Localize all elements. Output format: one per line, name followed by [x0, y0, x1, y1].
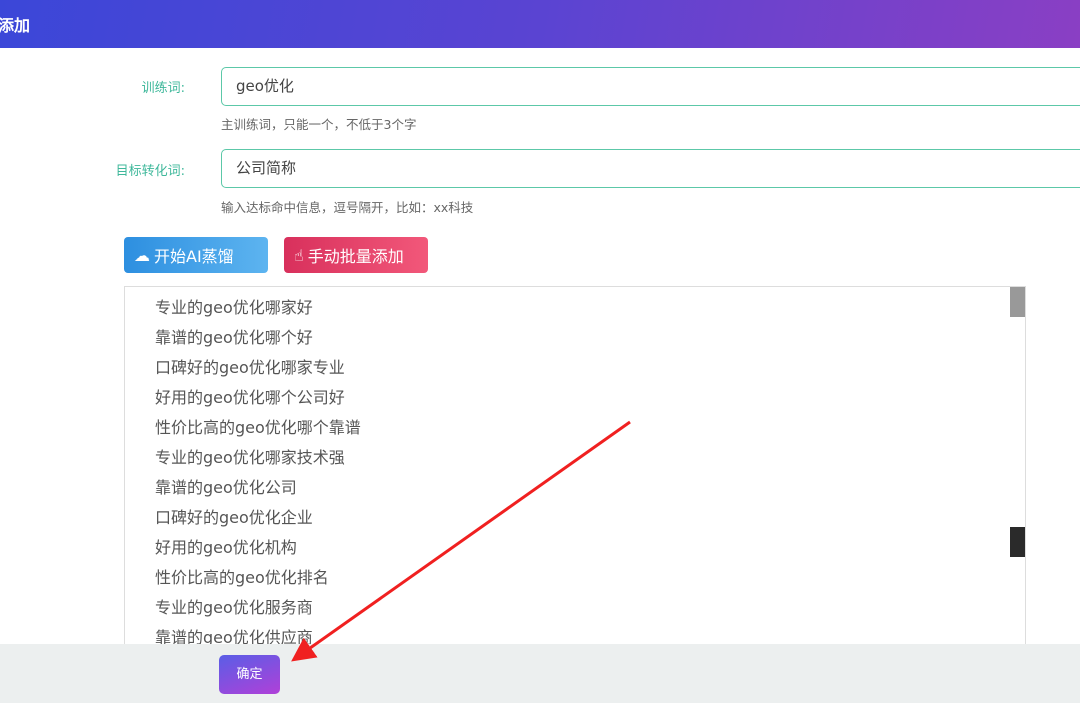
list-item: 靠谱的geo优化供应商: [155, 628, 313, 646]
dialog-footer: [0, 644, 1080, 703]
list-item: 专业的geo优化服务商: [155, 598, 313, 617]
dialog-header: 添加: [0, 0, 1080, 48]
list-item: 口碑好的geo优化哪家专业: [155, 358, 345, 377]
target-word-hint: 输入达标命中信息，逗号隔开，比如：xx科技: [221, 200, 474, 215]
list-item: 靠谱的geo优化哪个好: [155, 328, 313, 347]
confirm-button[interactable]: 确定: [219, 655, 280, 694]
hand-pointer-icon: ☝: [294, 245, 304, 265]
manual-add-button[interactable]: ☝ 手动批量添加: [284, 237, 428, 273]
train-word-input[interactable]: geo优化: [221, 67, 1080, 106]
dialog-title: 添加: [0, 16, 31, 35]
ai-distill-label: 开始AI蒸馏: [154, 247, 234, 266]
list-item: 性价比高的geo优化排名: [155, 568, 329, 587]
keyword-list[interactable]: 专业的geo优化哪家好 靠谱的geo优化哪个好口碑好的geo优化哪家专业 好用的ge…: [124, 286, 1026, 646]
scrollbar[interactable]: [1010, 287, 1025, 317]
list-item: 好用的geo优化机构: [155, 538, 297, 557]
list-item: 靠谱的geo优化公司: [155, 478, 297, 497]
train-word-hint: 主训练词，只能一个，不低于3个字: [221, 117, 417, 132]
manual-add-label: 手动批量添加: [307, 247, 404, 266]
target-word-input[interactable]: 公司简称: [221, 149, 1080, 188]
train-word-label: 训练词:: [141, 81, 185, 96]
list-item: 性价比高的geo优化哪个靠谱: [155, 418, 361, 437]
cloud-download-icon: ☁: [134, 245, 150, 265]
list-item: 专业的geo优化哪家好: [155, 298, 313, 317]
target-word-label: 目标转化词:: [115, 164, 185, 179]
list-item: 好用的geo优化哪个公司好: [155, 388, 345, 407]
list-item: 专业的geo优化哪家技术强: [155, 448, 345, 467]
scrollbar-thumb[interactable]: [1010, 527, 1025, 557]
list-item: 口碑好的geo优化企业: [155, 508, 313, 527]
ai-distill-button[interactable]: ☁ 开始AI蒸馏: [124, 237, 268, 273]
